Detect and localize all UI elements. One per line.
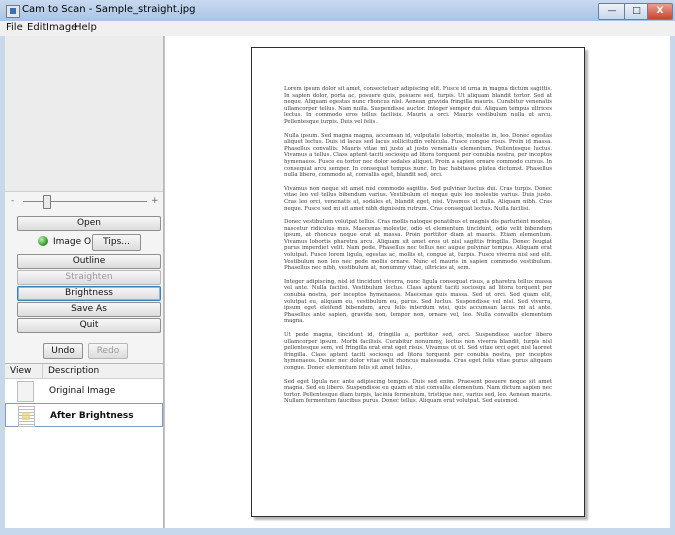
zoom-slider[interactable]: - + — [5, 194, 163, 210]
history-header: View Description — [5, 364, 163, 379]
window-frame-bottom — [0, 528, 675, 535]
slider-handle[interactable] — [43, 195, 51, 209]
menu-edit[interactable]: Edit — [27, 22, 46, 33]
history-list: View Description Original Image After Br… — [5, 363, 163, 529]
save-as-button[interactable]: Save As — [17, 302, 161, 317]
menu-image[interactable]: Image — [46, 22, 77, 33]
document-paragraph: Vivamus non neque sit amet nisl commodo … — [284, 185, 552, 212]
slider-plus-label: + — [151, 196, 159, 206]
tips-button[interactable]: Tips... — [92, 234, 141, 251]
straighten-button[interactable]: Straighten — [17, 270, 161, 285]
image-canvas[interactable]: Lorem ipsum dolor sit amet, consectetuer… — [164, 36, 671, 528]
document-paragraph: Sed eget ligula nec ante adipiscing temp… — [284, 378, 552, 405]
menu-help[interactable]: Help — [74, 22, 97, 33]
app-icon — [6, 5, 20, 18]
document-paragraph: Lorem ipsum dolor sit amet, consectetuer… — [284, 86, 552, 125]
document-paragraph: Integer adipiscing, nisl id tincidunt vi… — [284, 278, 552, 325]
open-button[interactable]: Open — [17, 216, 161, 231]
history-row-selected[interactable]: After Brightness — [5, 403, 163, 427]
original-image-thumbnail — [17, 381, 34, 402]
column-header-view[interactable]: View — [5, 364, 43, 378]
window-frame-right — [670, 36, 675, 528]
document-text: Lorem ipsum dolor sit amet, consectetuer… — [284, 86, 552, 412]
control-panel: - + Open Image OK. Tips... Outline Strai… — [5, 36, 164, 529]
preview-area — [5, 36, 163, 192]
outline-button[interactable]: Outline — [17, 254, 161, 269]
scanned-document: Lorem ipsum dolor sit amet, consectetuer… — [251, 47, 585, 517]
title-bar[interactable]: Cam to Scan - Sample_straight.jpg — □ X — [0, 0, 675, 22]
window-title: Cam to Scan - Sample_straight.jpg — [22, 4, 196, 15]
document-paragraph: Donec vestibulum volutpat tellus. Cras m… — [284, 219, 552, 272]
history-row-label: After Brightness — [50, 411, 134, 421]
menu-file[interactable]: File — [6, 22, 23, 33]
column-header-description[interactable]: Description — [43, 364, 163, 378]
minimize-button[interactable]: — — [598, 3, 626, 20]
document-paragraph: Nulla ipsum. Sed magna magna, accumsan i… — [284, 132, 552, 179]
quit-button[interactable]: Quit — [17, 318, 161, 333]
menu-bar: File Edit Image Help — [0, 21, 675, 37]
brightness-button[interactable]: Brightness — [17, 286, 161, 301]
after-brightness-thumbnail — [18, 406, 35, 427]
history-row-label: Original Image — [49, 386, 116, 396]
history-row[interactable]: Original Image — [5, 379, 163, 404]
document-paragraph: Ut pede magna, tincidunt id, fringilla a… — [284, 332, 552, 371]
undo-button[interactable]: Undo — [43, 343, 83, 359]
status-ok-icon — [38, 236, 48, 246]
slider-minus-label: - — [11, 196, 15, 206]
status-row: Image OK. Tips... — [5, 233, 163, 251]
slider-track[interactable] — [23, 201, 147, 202]
close-button[interactable]: X — [647, 3, 673, 20]
maximize-button[interactable]: □ — [624, 3, 649, 20]
redo-button[interactable]: Redo — [88, 343, 128, 359]
